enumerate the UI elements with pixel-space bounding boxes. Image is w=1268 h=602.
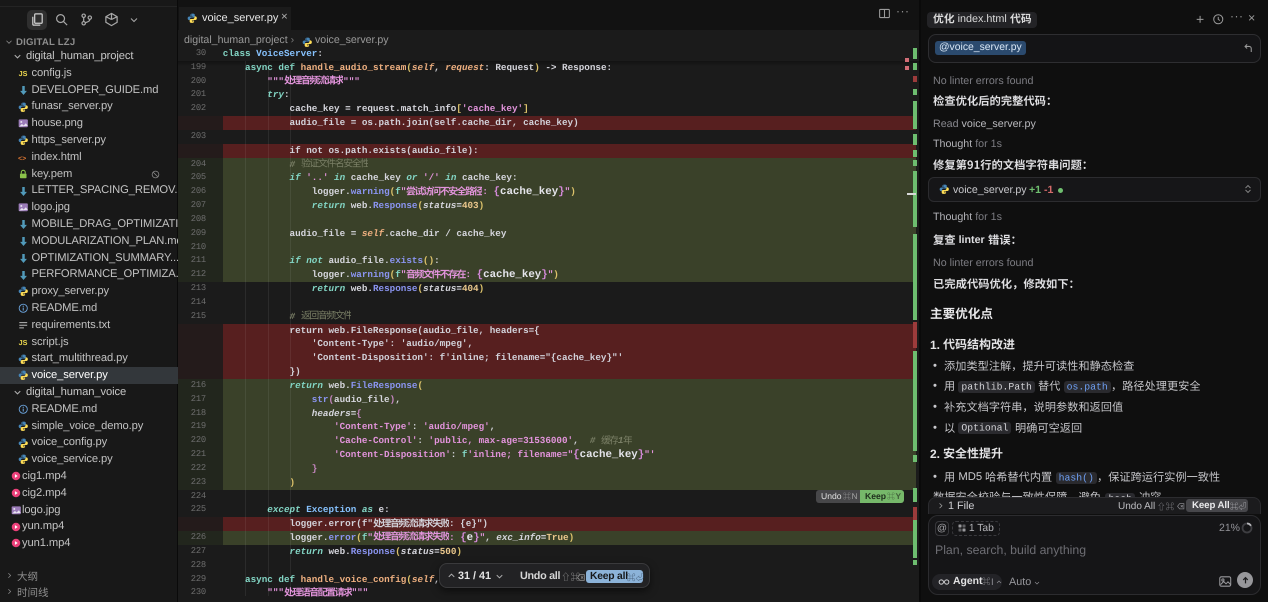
svg-text:<>: <> — [18, 155, 26, 163]
svg-text:JS: JS — [18, 339, 27, 347]
svg-text:JS: JS — [18, 70, 27, 78]
